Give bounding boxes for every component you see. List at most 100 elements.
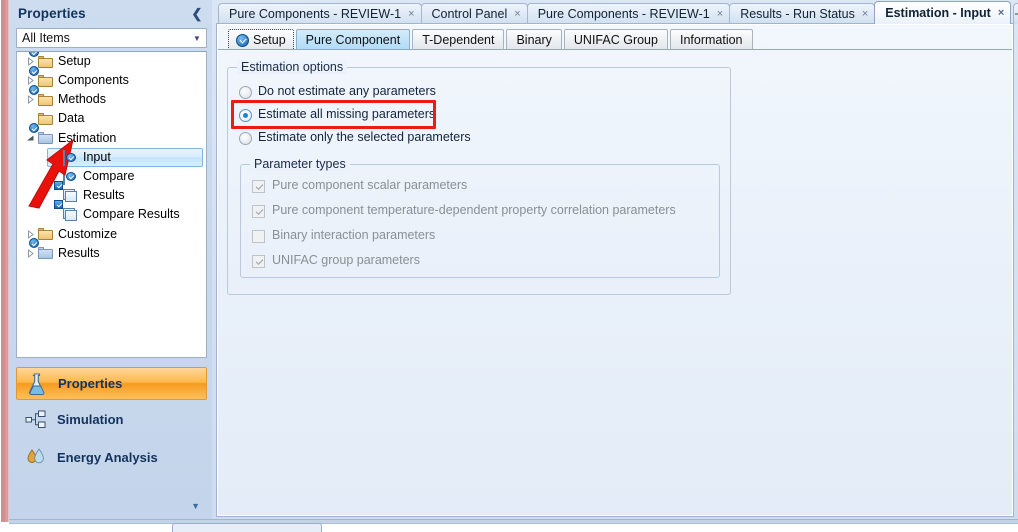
sub-tab-information[interactable]: Information (669, 29, 753, 50)
close-icon[interactable]: × (717, 8, 723, 20)
document-tab-label: Pure Components - REVIEW-1 (229, 7, 402, 21)
tree-item-results[interactable]: Results (17, 180, 206, 205)
estimation-options-legend: Estimation options (237, 60, 348, 74)
all-items-filter-combobox[interactable]: All Items ▼ (16, 28, 207, 48)
tree-item-label: Estimation (58, 130, 117, 145)
tree-item-customize[interactable]: Customize (17, 225, 206, 244)
checkbox-pure-component-scalar[interactable]: Pure component scalar parameters (252, 178, 467, 194)
checkbox-indicator[interactable] (252, 179, 265, 193)
filter-combobox-value: All Items (22, 31, 70, 45)
tree-item-compare[interactable]: Compare (17, 167, 206, 186)
document-tab-strip[interactable]: Pure Components - REVIEW-1 × Control Panel… (212, 0, 1018, 24)
close-icon[interactable]: × (998, 7, 1004, 19)
checkbox-unifac-group[interactable]: UNIFAC group parameters (252, 253, 420, 269)
close-icon[interactable]: × (408, 8, 414, 20)
document-tab[interactable]: Estimation - Input × (874, 1, 1012, 24)
tree-item-data[interactable]: Data (17, 110, 206, 129)
sub-tab-binary[interactable]: Binary (506, 29, 562, 50)
sub-tab-t-dependent[interactable]: T-Dependent (412, 29, 505, 50)
document-area: Pure Components - REVIEW-1 × Control Panel… (212, 0, 1018, 521)
close-icon[interactable]: × (862, 8, 868, 20)
tree-item-input[interactable]: Input (17, 147, 206, 168)
page-check-icon (63, 149, 76, 166)
chevron-right-icon (27, 229, 34, 239)
estimation-options-group: Estimation options Do not estimate any p… (227, 60, 731, 295)
form-sub-tab-strip[interactable]: Setup Pure Component T-Dependent Binary UNIF… (228, 27, 755, 50)
document-tab[interactable]: Control Panel × (420, 3, 528, 24)
workspace-label: Energy Analysis (57, 449, 158, 465)
page-check-icon (63, 168, 76, 185)
document-tab[interactable]: Pure Components - REVIEW-1 × (526, 3, 731, 24)
chevron-down-icon[interactable]: ▼ (191, 501, 200, 511)
radio-button-indicator[interactable] (239, 85, 252, 99)
checkbox-indicator[interactable] (252, 254, 265, 268)
document-tab-label: Control Panel (431, 7, 508, 21)
checkbox-indicator[interactable] (252, 229, 265, 243)
tree-item-label: Input (83, 149, 111, 164)
checkbox-indicator[interactable] (252, 204, 265, 218)
radio-estimate-all-missing[interactable]: Estimate all missing parameters (239, 107, 435, 123)
tree-item-setup[interactable]: Setup (17, 52, 206, 71)
tree-item-compare-results[interactable]: Compare Results (17, 200, 206, 225)
document-tab-label: Estimation - Input (885, 6, 991, 20)
workspace-label: Simulation (57, 411, 124, 427)
panel-title: Properties (18, 6, 86, 21)
status-bar-tab[interactable] (172, 523, 322, 532)
chevron-down-icon[interactable]: ▼ (188, 29, 206, 47)
tree-item-label: Setup (58, 53, 91, 68)
estimation-input-form: Setup Pure Component T-Dependent Binary UNIF… (218, 25, 1012, 515)
sub-tab-setup[interactable]: Setup (228, 29, 294, 50)
status-bar-band (9, 519, 1018, 524)
document-tab[interactable]: Pure Components - REVIEW-1 × (218, 3, 422, 24)
tree-item-methods[interactable]: Methods (17, 84, 206, 109)
checkbox-label: UNIFAC group parameters (272, 253, 420, 268)
tree-item-label: Compare (83, 168, 135, 183)
checkbox-label: Binary interaction parameters (272, 228, 436, 243)
tree-item-components[interactable]: Components (17, 65, 206, 90)
chevron-right-icon (27, 57, 34, 67)
plus-icon: + (1014, 7, 1018, 22)
new-tab-button[interactable]: + (1013, 3, 1018, 24)
panel-header: Properties ❮ (9, 0, 212, 27)
check-circle-icon (236, 33, 249, 47)
workspace-energy-analysis[interactable]: Energy Analysis (16, 438, 207, 476)
sub-tab-label: Setup (253, 33, 286, 47)
document-tab-label: Results - Run Status (740, 7, 855, 21)
document-tab[interactable]: Results - Run Status × (729, 3, 876, 24)
sub-tab-pure-component[interactable]: Pure Component (295, 29, 411, 50)
application-window: Properties ❮ All Items ▼ Setup Components… (0, 0, 1018, 532)
radio-label: Do not estimate any parameters (258, 84, 436, 99)
tree-item-results[interactable]: Results (17, 238, 206, 263)
radio-button-indicator[interactable] (239, 131, 252, 145)
radio-button-indicator[interactable] (239, 108, 252, 122)
navigation-tree[interactable]: Setup Components Methods Data Estimation Inpu… (16, 51, 207, 358)
radio-estimate-selected[interactable]: Estimate only the selected parameters (239, 130, 471, 146)
properties-navigation-panel: Properties ❮ All Items ▼ Setup Components… (9, 0, 212, 521)
document-tab-label: Pure Components - REVIEW-1 (537, 7, 710, 21)
tree-item-label: Methods (58, 92, 106, 107)
radio-label: Estimate all missing parameters (258, 107, 436, 122)
workspace-switcher-list[interactable]: Properties Simulation Energy Analysis (16, 367, 207, 513)
checkbox-label: Pure component temperature-dependent pro… (272, 203, 676, 218)
radio-label: Estimate only the selected parameters (258, 130, 471, 145)
flask-icon (29, 372, 45, 395)
tree-item-label: Results (58, 245, 100, 260)
close-icon[interactable]: × (514, 8, 520, 20)
tree-item-label: Customize (58, 226, 118, 241)
workspace-simulation[interactable]: Simulation (16, 400, 207, 438)
tree-expander (47, 148, 63, 167)
flowsheet-icon (25, 410, 46, 428)
chevron-down-icon (26, 135, 33, 141)
radio-do-not-estimate[interactable]: Do not estimate any parameters (239, 84, 436, 100)
tree-item-estimation[interactable]: Estimation (17, 123, 206, 148)
workspace-properties[interactable]: Properties (16, 367, 207, 400)
chevron-left-icon[interactable]: ❮ (190, 6, 204, 20)
sub-tab-label: T-Dependent (422, 33, 495, 47)
chevron-right-icon (27, 248, 34, 258)
checkbox-binary-interaction[interactable]: Binary interaction parameters (252, 228, 435, 244)
window-left-border (0, 0, 9, 532)
tree-item-label: Data (58, 111, 85, 126)
sub-tab-unifac-group[interactable]: UNIFAC Group (563, 29, 668, 50)
checkbox-pure-component-t-dependent[interactable]: Pure component temperature-dependent pro… (252, 203, 676, 219)
chevron-right-icon (27, 76, 34, 86)
